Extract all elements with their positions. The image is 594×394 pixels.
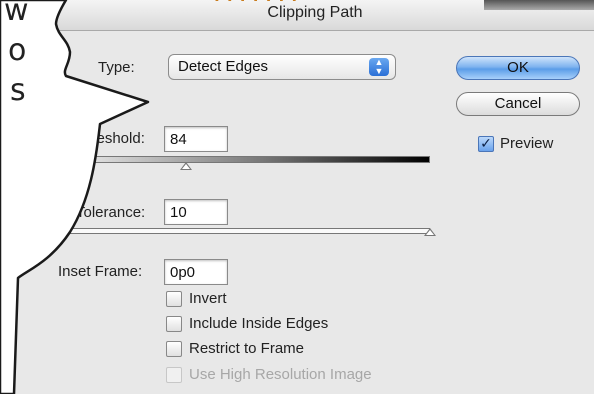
use-high-resolution-image-label: Use High Resolution Image — [189, 366, 372, 383]
tolerance-input[interactable]: 10 — [164, 199, 228, 225]
use-high-resolution-image-checkbox — [166, 367, 182, 383]
type-select[interactable]: Detect Edges ▲ ▼ — [168, 54, 396, 80]
preview-checkbox[interactable]: ✓ — [478, 136, 494, 152]
cancel-button[interactable]: Cancel — [456, 92, 580, 116]
bubble-text-line-3: s — [10, 73, 26, 108]
invert-label: Invert — [189, 290, 227, 307]
restrict-to-frame-checkbox[interactable] — [166, 341, 182, 357]
ok-button[interactable]: OK — [456, 56, 580, 80]
type-select-value: Detect Edges — [178, 58, 269, 75]
include-inside-edges-checkbox[interactable] — [166, 316, 182, 332]
threshold-slider-thumb[interactable] — [179, 162, 192, 170]
dialog-title: Clipping Path — [267, 4, 363, 21]
stepper-arrows-icon: ▲ ▼ — [369, 58, 389, 76]
tolerance-slider-thumb[interactable] — [424, 228, 436, 236]
threshold-input[interactable]: 84 — [164, 126, 228, 152]
invert-checkbox[interactable] — [166, 291, 182, 307]
window-edge — [484, 0, 594, 10]
bubble-text-line-2: o — [8, 33, 27, 68]
restrict-to-frame-label: Restrict to Frame — [189, 340, 305, 357]
bubble-text-line-1: w — [4, 0, 29, 28]
preview-label: Preview — [500, 135, 554, 152]
inset-frame-input[interactable]: 0p0 — [164, 259, 228, 285]
include-inside-edges-label: Include Inside Edges — [189, 315, 329, 332]
